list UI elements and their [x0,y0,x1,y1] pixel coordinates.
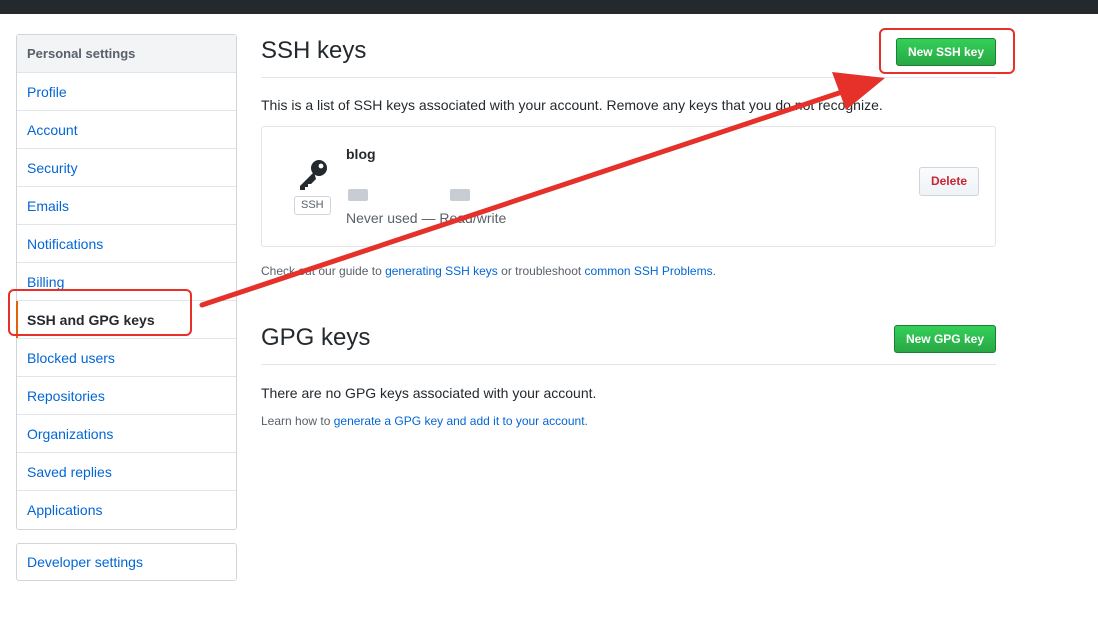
annotation-arrow [199,72,885,308]
